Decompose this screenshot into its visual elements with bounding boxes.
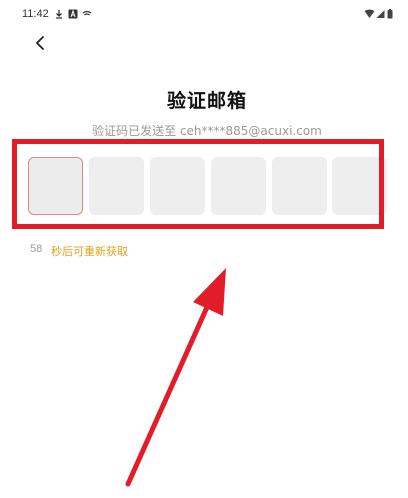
signal-icon (376, 10, 385, 18)
wifi-icon (364, 9, 375, 18)
page-title: 验证邮箱 (166, 90, 247, 112)
status-bar: 11:42 (0, 0, 408, 28)
sent-to-text: 验证码已发送至 ceh****885@acuxi.com (92, 124, 322, 138)
status-time: 11:42 (22, 8, 49, 20)
chevron-left-icon (36, 36, 44, 50)
countdown-seconds: 58 (30, 243, 43, 255)
wifi-small-icon (82, 10, 92, 16)
a-badge-icon (68, 9, 78, 19)
battery-icon (387, 9, 393, 19)
download-icon (56, 10, 62, 19)
back-button[interactable] (28, 31, 52, 55)
resend-code-link[interactable]: 秒后可重新获取 (51, 243, 128, 259)
highlight-annotation-box (12, 139, 384, 229)
